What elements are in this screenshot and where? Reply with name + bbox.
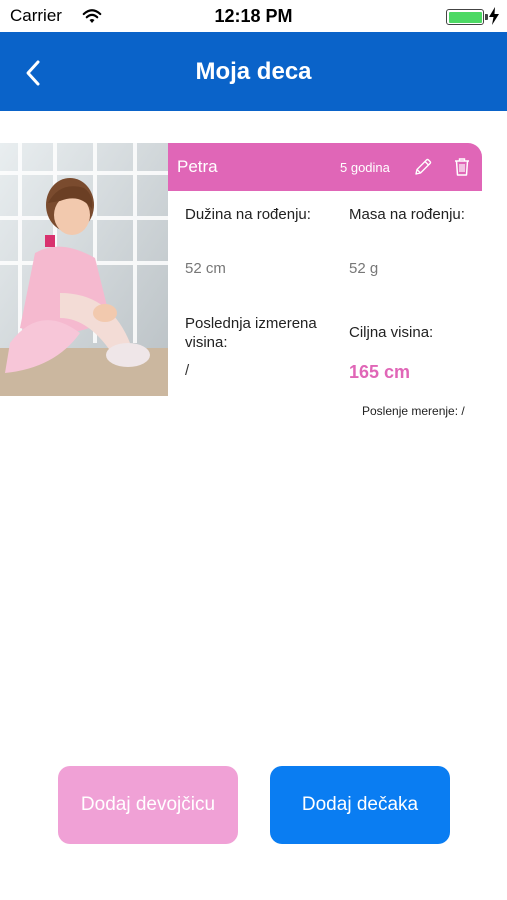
- last-height-value: /: [185, 362, 190, 379]
- child-name: Petra: [177, 157, 218, 176]
- pencil-icon[interactable]: [413, 157, 433, 177]
- child-card-header: Petra 5 godina: [168, 143, 482, 191]
- target-height-value: 165 cm: [349, 362, 411, 382]
- child-age: 5 godina: [340, 160, 390, 175]
- birth-length-label: Dužina na rođenju:: [185, 206, 311, 223]
- navigation-bar: Moja deca: [0, 32, 507, 111]
- birth-mass-value: 52 g: [349, 260, 379, 277]
- birth-mass-label: Masa na rođenju:: [349, 206, 465, 223]
- last-measurement-text: Poslenje merenje: /: [362, 404, 465, 418]
- add-boy-button[interactable]: Dodaj dečaka: [270, 766, 450, 844]
- child-card[interactable]: Petra 5 godina Dužina na rođenju: 52 cm …: [0, 143, 482, 423]
- status-bar: Carrier 12:18 PM: [0, 0, 507, 32]
- battery-icon: [446, 9, 488, 25]
- clock: 12:18 PM: [214, 6, 293, 26]
- charging-bolt-icon: [489, 7, 499, 25]
- add-girl-button[interactable]: Dodaj devojčicu: [58, 766, 238, 844]
- child-photo-image: [0, 143, 168, 396]
- target-height-label: Ciljna visina:: [349, 324, 434, 341]
- trash-icon[interactable]: [453, 157, 471, 177]
- birth-length-value: 52 cm: [185, 260, 226, 277]
- page-title: Moja deca: [195, 58, 312, 85]
- last-height-label: Poslednja izmerena visina:: [185, 315, 317, 351]
- child-photo: [0, 143, 168, 396]
